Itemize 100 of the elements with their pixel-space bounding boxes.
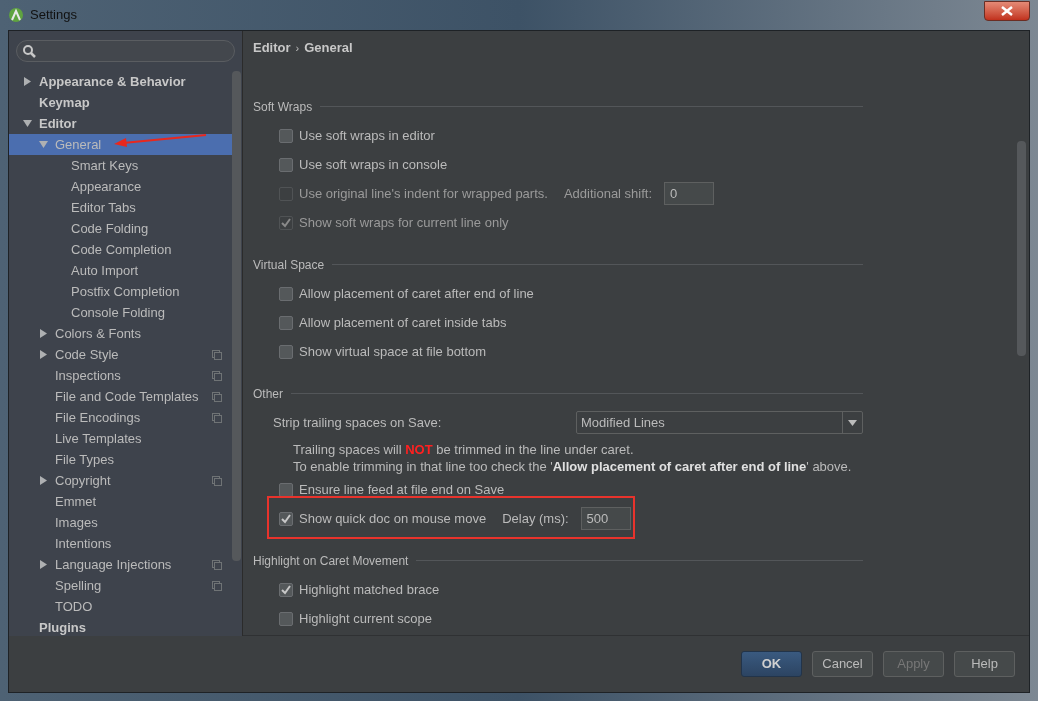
checkbox[interactable] (279, 157, 293, 172)
tree-item[interactable]: File and Code Templates (9, 386, 232, 407)
tree-item[interactable]: Appearance & Behavior (9, 71, 232, 92)
number-field[interactable]: 500 (580, 507, 631, 530)
close-button[interactable] (984, 1, 1030, 21)
tree-item-label: Keymap (39, 93, 90, 112)
dialog-button[interactable]: Help (954, 651, 1015, 677)
expanded-triangle-icon[interactable] (23, 119, 32, 128)
tree-item[interactable]: Editor (9, 113, 232, 134)
hint-text: To enable trimming in that line too check the 'Allow placement of caret after end of line' above. (292, 458, 853, 475)
tree-item-label: Copyright (55, 471, 111, 490)
collapsed-triangle-icon[interactable] (39, 476, 48, 485)
section-heading: Virtual Space (253, 256, 325, 274)
tree-item-label: General (55, 135, 102, 154)
tree-item[interactable]: Editor Tabs (9, 197, 232, 218)
checkbox-label: Allow placement of caret inside tabs (299, 313, 507, 332)
dropdown[interactable]: Modified Lines (575, 411, 863, 434)
checkbox[interactable] (279, 128, 293, 143)
tree-item-label: Code Style (55, 345, 119, 364)
dropdown-arrow-icon (848, 419, 857, 426)
collapsed-triangle-icon[interactable] (39, 350, 48, 359)
tree-item[interactable]: Code Folding (9, 218, 232, 239)
scrollbar-thumb[interactable] (1017, 141, 1026, 356)
checkbox-label: Show virtual space at file bottom (299, 342, 487, 361)
tree-item[interactable]: Emmet (9, 491, 232, 512)
checkbox-label: Show quick doc on mouse move (299, 509, 487, 528)
android-icon (8, 7, 24, 23)
tree-item[interactable]: File Encodings (9, 407, 232, 428)
tree-item-label: Spelling (55, 576, 102, 595)
tree-item[interactable]: Images (9, 512, 232, 533)
tree-item-label: Images (55, 513, 98, 532)
checkbox[interactable] (279, 611, 293, 626)
checkbox[interactable] (279, 315, 293, 330)
section-heading: Other (253, 385, 283, 403)
tree-item[interactable]: Plugins (9, 617, 232, 636)
tree-item[interactable]: Appearance (9, 176, 232, 197)
field-label: Strip trailing spaces on Save: (273, 413, 443, 432)
tree-item[interactable]: Spelling (9, 575, 232, 596)
tree-item-label: Auto Import (71, 261, 139, 280)
checkbox[interactable] (279, 344, 293, 359)
tree-item-label: Intentions (55, 534, 112, 553)
checkbox[interactable] (279, 482, 293, 497)
checkbox[interactable] (279, 511, 293, 526)
checkbox-label: Highlight current scope (299, 609, 432, 628)
search-field[interactable] (16, 40, 235, 62)
tree-item[interactable]: Auto Import (9, 260, 232, 281)
tree-item[interactable]: Code Completion (9, 239, 232, 260)
expanded-triangle-icon[interactable] (39, 140, 48, 149)
tree-item-label: Live Templates (55, 429, 142, 448)
tree-item[interactable]: Postfix Completion (9, 281, 232, 302)
dialog-button[interactable]: Cancel (812, 651, 873, 677)
tree-item-label: Editor (39, 114, 77, 133)
scrollbar-thumb[interactable] (232, 71, 241, 561)
checkbox-label: Use soft wraps in editor (299, 126, 435, 145)
tree-item[interactable]: File Types (9, 449, 232, 470)
close-icon (1001, 6, 1013, 16)
search-icon (23, 44, 36, 58)
tree-item-label: Postfix Completion (71, 282, 180, 301)
breadcrumb-separator: › (295, 40, 300, 56)
tree-item[interactable]: Code Style (9, 344, 232, 365)
dialog-button[interactable]: OK (741, 651, 802, 677)
tree-item-label: Inspections (55, 366, 121, 385)
tree-item-label: Emmet (55, 492, 97, 511)
tree-item-label: Language Injections (55, 555, 172, 574)
tree-item-label: File and Code Templates (55, 387, 199, 406)
window-title: Settings (30, 6, 77, 25)
checkbox-label: Use soft wraps in console (299, 155, 448, 174)
tree-item[interactable]: TODO (9, 596, 232, 617)
checkbox-label: Highlight matched brace (299, 580, 440, 599)
checkbox[interactable] (279, 582, 293, 597)
breadcrumb: Editor (253, 39, 291, 58)
tree-item-label: Code Folding (71, 219, 149, 238)
tree-item-label: Appearance & Behavior (39, 72, 186, 91)
field-label: Delay (ms): (502, 509, 569, 528)
tree-item[interactable]: Smart Keys (9, 155, 232, 176)
checkbox-label: Allow placement of caret after end of line (299, 284, 534, 303)
tree-item-label: File Types (55, 450, 114, 469)
tree-item[interactable]: Copyright (9, 470, 232, 491)
section-heading: Soft Wraps (253, 98, 313, 116)
tree-item-label: Plugins (39, 618, 86, 636)
tree-item-label: Smart Keys (71, 156, 139, 175)
tree-item-label: Appearance (71, 177, 142, 196)
tree-item[interactable]: Live Templates (9, 428, 232, 449)
collapsed-triangle-icon[interactable] (39, 560, 48, 569)
checkbox-label: Use original line's indent for wrapped parts. (299, 184, 548, 203)
tree-item[interactable]: Keymap (9, 92, 232, 113)
section-heading: Highlight on Caret Movement (253, 552, 409, 570)
tree-item-label: Colors & Fonts (55, 324, 141, 343)
checkbox-label: Show soft wraps for current line only (299, 213, 509, 232)
tree-item[interactable]: Inspections (9, 365, 232, 386)
tree-item[interactable]: Console Folding (9, 302, 232, 323)
collapsed-triangle-icon[interactable] (23, 77, 32, 86)
tree-item[interactable]: Intentions (9, 533, 232, 554)
tree-item[interactable]: Language Injections (9, 554, 232, 575)
tree-item-label: TODO (55, 597, 93, 616)
tree-item-label: Code Completion (71, 240, 172, 259)
tree-item[interactable]: General (9, 134, 232, 155)
collapsed-triangle-icon[interactable] (39, 329, 48, 338)
tree-item[interactable]: Colors & Fonts (9, 323, 232, 344)
checkbox[interactable] (279, 286, 293, 301)
